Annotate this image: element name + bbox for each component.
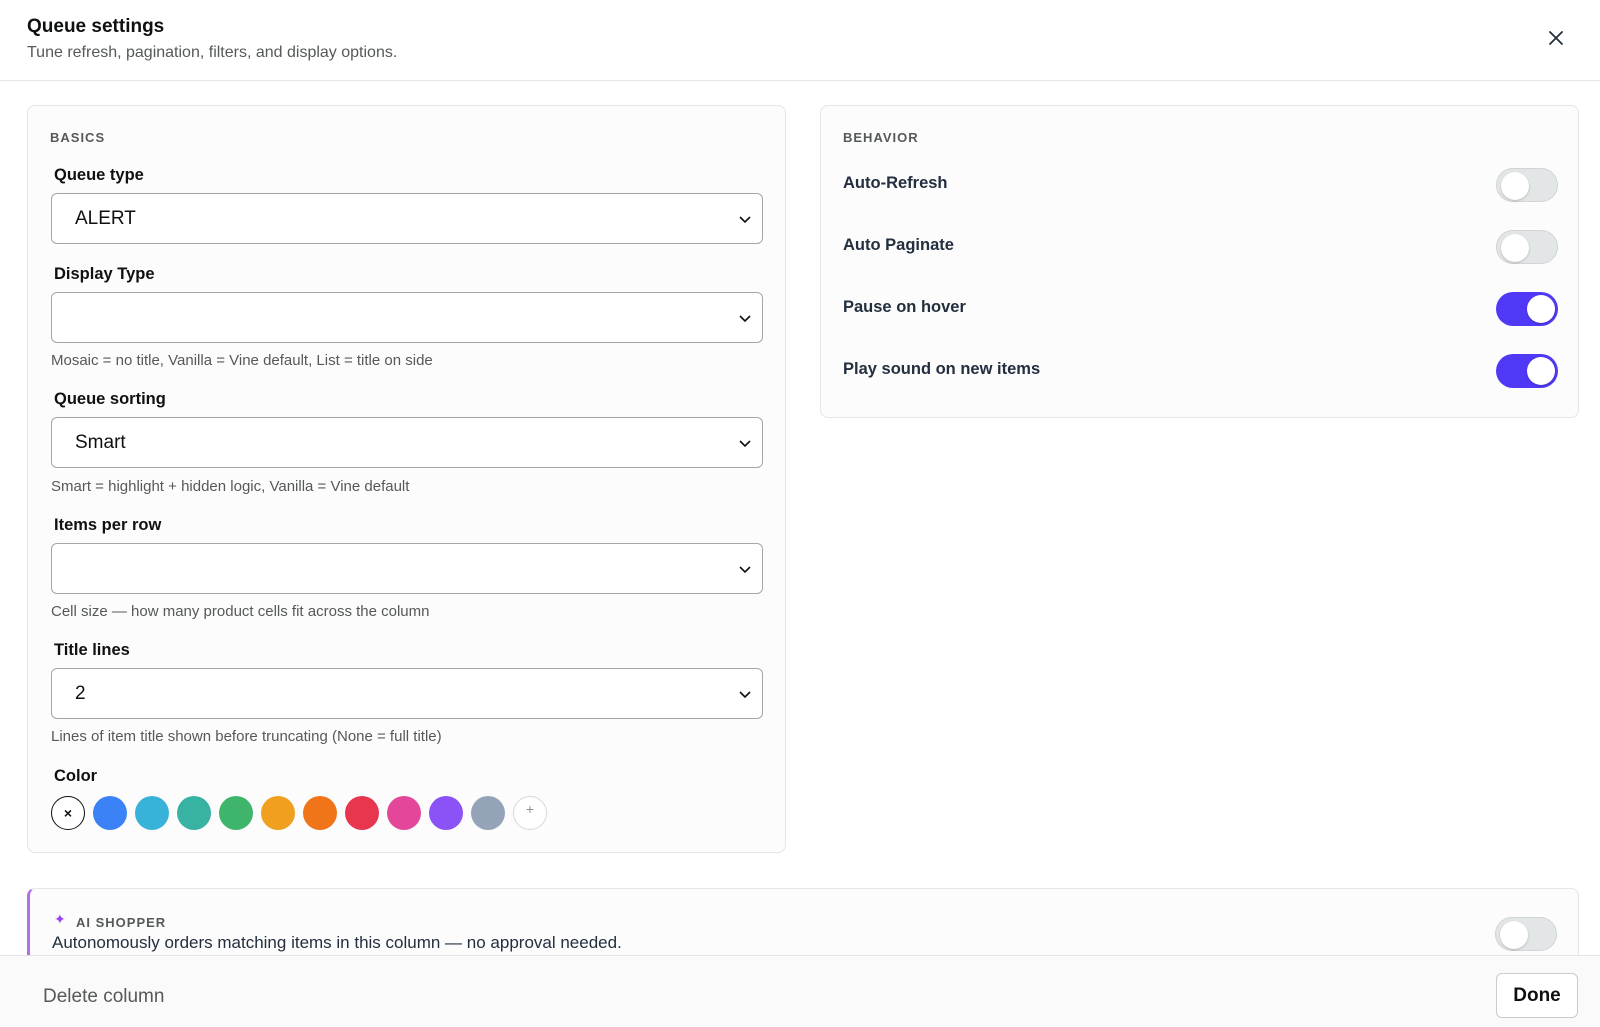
title-lines-hint: Lines of item title shown before truncat… xyxy=(51,728,442,745)
color-swatch[interactable] xyxy=(93,796,127,830)
sparkle-icon: ✦ xyxy=(54,911,66,927)
toggle-label: Pause on hover xyxy=(843,298,966,316)
toggle-knob xyxy=(1501,172,1529,200)
queue-sorting-select[interactable]: Smart xyxy=(51,417,763,468)
behavior-toggle-row: Auto Paginate xyxy=(843,230,1558,270)
toggle-switch[interactable] xyxy=(1496,354,1558,388)
toggle-label: Auto-Refresh xyxy=(843,174,948,192)
toggle-knob xyxy=(1500,921,1528,949)
color-label: Color xyxy=(54,767,98,785)
add-color-button[interactable]: + xyxy=(513,796,547,830)
color-swatch[interactable] xyxy=(429,796,463,830)
behavior-toggle-row: Auto-Refresh xyxy=(843,168,1558,208)
display-type-hint: Mosaic = no title, Vanilla = Vine defaul… xyxy=(51,352,433,369)
color-swatch[interactable] xyxy=(345,796,379,830)
items-per-row-select[interactable] xyxy=(51,543,763,594)
color-swatch[interactable] xyxy=(471,796,505,830)
queue-type-label: Queue type xyxy=(54,166,144,184)
toggle-knob xyxy=(1527,295,1555,323)
ai-shopper-label: AI SHOPPER xyxy=(76,915,167,930)
display-type-label: Display Type xyxy=(54,265,155,283)
clear-icon: × xyxy=(63,805,73,821)
behavior-section-label: BEHAVIOR xyxy=(843,130,919,145)
queue-sorting-label: Queue sorting xyxy=(54,390,166,408)
color-swatch[interactable] xyxy=(135,796,169,830)
toggle-label: Play sound on new items xyxy=(843,360,1041,378)
title-lines-value: 2 xyxy=(75,682,86,704)
toggle-knob xyxy=(1501,234,1529,262)
behavior-toggle-row: Play sound on new items xyxy=(843,354,1558,394)
close-icon xyxy=(1549,31,1563,45)
queue-type-select[interactable]: ALERT xyxy=(51,193,763,244)
basics-card: BASICS Queue type ALERT Display Type Mos… xyxy=(27,105,786,853)
queue-sorting-value: Smart xyxy=(75,431,126,453)
plus-icon: + xyxy=(525,801,535,817)
color-swatch[interactable] xyxy=(261,796,295,830)
basics-section-label: BASICS xyxy=(50,130,106,145)
done-button[interactable]: Done xyxy=(1496,973,1578,1018)
chevron-down-icon xyxy=(739,440,751,448)
dialog-header: Queue settings Tune refresh, pagination,… xyxy=(0,0,1600,81)
delete-column-button[interactable]: Delete column xyxy=(43,986,164,1008)
toggle-switch[interactable] xyxy=(1496,230,1558,264)
behavior-toggle-row: Pause on hover xyxy=(843,292,1558,332)
color-swatch-none[interactable]: × xyxy=(51,796,85,830)
title-lines-select[interactable]: 2 xyxy=(51,668,763,719)
behavior-card: BEHAVIOR Auto-Refresh Auto Paginate Pause … xyxy=(820,105,1579,418)
toggle-switch[interactable] xyxy=(1496,292,1558,326)
display-type-select[interactable] xyxy=(51,292,763,343)
ai-shopper-description: Autonomously orders matching items in th… xyxy=(52,933,622,952)
color-swatch[interactable] xyxy=(177,796,211,830)
items-per-row-hint: Cell size — how many product cells fit a… xyxy=(51,603,430,620)
toggle-switch[interactable] xyxy=(1496,168,1558,202)
color-swatches: × + xyxy=(51,796,547,830)
ai-shopper-toggle[interactable] xyxy=(1495,917,1557,951)
dialog-footer: Delete column Done xyxy=(0,955,1600,1027)
chevron-down-icon xyxy=(739,691,751,699)
dialog-title: Queue settings xyxy=(27,16,165,37)
toggle-knob xyxy=(1527,357,1555,385)
color-swatch[interactable] xyxy=(387,796,421,830)
chevron-down-icon xyxy=(739,315,751,323)
chevron-down-icon xyxy=(739,216,751,224)
close-button[interactable] xyxy=(1542,24,1570,52)
chevron-down-icon xyxy=(739,566,751,574)
color-swatch[interactable] xyxy=(219,796,253,830)
dialog-subtitle: Tune refresh, pagination, filters, and d… xyxy=(27,44,398,61)
toggle-label: Auto Paginate xyxy=(843,236,954,254)
queue-type-value: ALERT xyxy=(75,207,136,229)
title-lines-label: Title lines xyxy=(54,641,130,659)
queue-sorting-hint: Smart = highlight + hidden logic, Vanill… xyxy=(51,478,410,495)
items-per-row-label: Items per row xyxy=(54,516,162,534)
color-swatch[interactable] xyxy=(303,796,337,830)
